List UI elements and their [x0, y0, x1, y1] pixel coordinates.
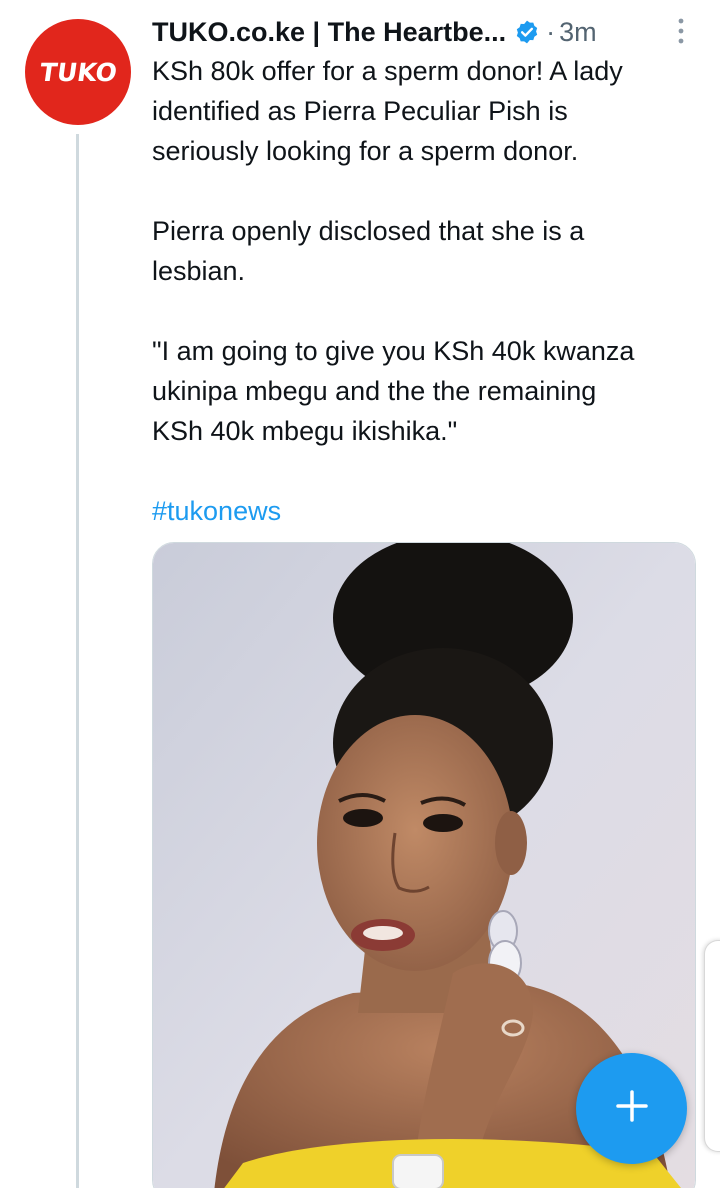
header-separator: · — [546, 16, 556, 47]
avatar[interactable]: TUKO — [25, 19, 131, 125]
compose-tweet-button[interactable] — [576, 1053, 687, 1164]
side-scroll-handle[interactable] — [704, 940, 720, 1152]
hashtag-link[interactable]: #tukonews — [152, 491, 712, 531]
tweet-header: TUKO.co.ke | The Heartbe... · 3m — [152, 12, 597, 52]
plus-icon — [612, 1086, 652, 1131]
display-name[interactable]: TUKO.co.ke | The Heartbe... — [152, 17, 506, 48]
tweet-text: KSh 80k offer for a sperm donor! A lady … — [152, 51, 712, 531]
avatar-logo-text: TUKO — [37, 57, 119, 87]
verified-badge-icon — [514, 19, 540, 45]
tweet-paragraph-1: KSh 80k offer for a sperm donor! A lady … — [152, 56, 623, 166]
tweet[interactable]: TUKO TUKO.co.ke | The Heartbe... · 3m KS… — [0, 0, 720, 1188]
thread-line — [76, 134, 79, 1188]
more-vertical-icon[interactable] — [674, 16, 688, 46]
timestamp[interactable]: 3m — [559, 17, 597, 48]
tweet-paragraph-3: "I am going to give you KSh 40k kwanza u… — [152, 336, 635, 446]
tweet-paragraph-2: Pierra openly disclosed that she is a le… — [152, 216, 585, 286]
